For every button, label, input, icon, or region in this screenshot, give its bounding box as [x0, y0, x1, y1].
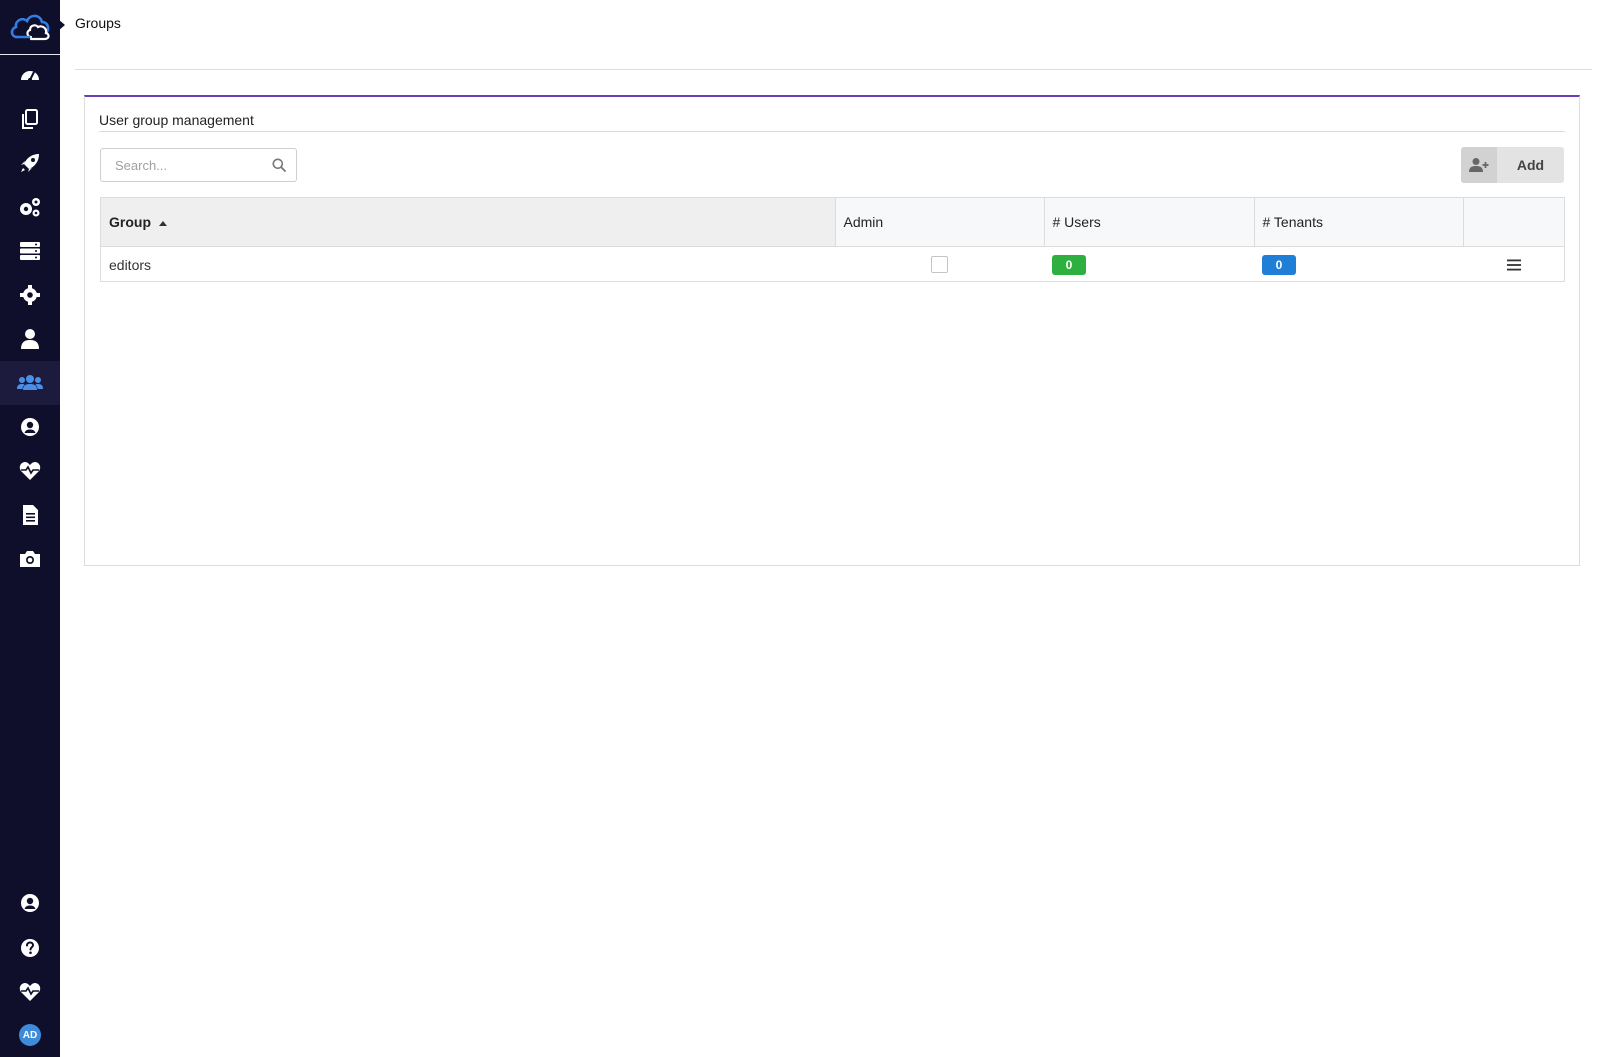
user-icon — [21, 329, 39, 349]
avatar: AD — [19, 1024, 41, 1046]
cloud-logo-icon[interactable] — [0, 0, 60, 55]
question-icon — [21, 939, 39, 957]
gear-icon — [20, 285, 40, 305]
nav-user[interactable] — [0, 317, 60, 361]
nav-status[interactable] — [0, 970, 60, 1014]
speedometer-icon — [21, 71, 39, 82]
column-header-label: # Tenants — [1262, 214, 1323, 230]
search-box — [100, 148, 297, 182]
nav-documents[interactable] — [0, 493, 60, 537]
nav-dashboard[interactable] — [0, 53, 60, 97]
column-header-actions — [1463, 198, 1564, 247]
search-input[interactable] — [101, 149, 275, 181]
groups-table: Group Admin # Users # Tenants editors 0 … — [100, 197, 1565, 282]
breadcrumb-arrow — [58, 19, 65, 31]
tenants-count-badge[interactable]: 0 — [1262, 254, 1296, 275]
nav-account[interactable] — [0, 881, 60, 925]
header-divider — [75, 69, 1592, 70]
column-header-label: # Users — [1052, 214, 1101, 230]
nav-groups[interactable] — [0, 361, 60, 405]
search-icon[interactable] — [272, 158, 286, 172]
sidebar: AD — [0, 0, 60, 1057]
nav-profile[interactable] — [0, 405, 60, 449]
nav-settings[interactable] — [0, 273, 60, 317]
column-header-label: Admin — [843, 214, 884, 230]
add-group-button[interactable]: Add — [1461, 147, 1564, 183]
camera-icon — [20, 551, 40, 567]
nav-servers[interactable] — [0, 229, 60, 273]
user-circle-icon — [21, 418, 39, 436]
column-header-tenants[interactable]: # Tenants — [1254, 198, 1464, 247]
actions-cell — [1463, 247, 1564, 283]
nav-settings-cogs[interactable] — [0, 185, 60, 229]
heartbeat-icon — [19, 462, 41, 480]
hamburger-menu-icon[interactable] — [1506, 259, 1521, 271]
users-cell: 0 — [1044, 247, 1254, 283]
table-header-row: Group Admin # Users # Tenants — [101, 198, 1564, 247]
nav-user-avatar[interactable]: AD — [0, 1013, 60, 1057]
sort-ascending-icon — [159, 220, 167, 226]
users-icon — [17, 375, 43, 390]
copy-icon — [22, 109, 38, 129]
cogs-icon — [20, 198, 40, 217]
admin-cell — [835, 247, 1044, 283]
nav-health[interactable] — [0, 449, 60, 493]
panel-divider — [99, 131, 1565, 132]
table-row: editors 0 0 — [101, 247, 1564, 283]
column-header-group[interactable]: Group — [101, 198, 836, 247]
group-name-cell: editors — [109, 256, 152, 273]
server-icon — [20, 242, 40, 260]
heartbeat-icon — [19, 983, 41, 1001]
user-circle-icon — [21, 894, 39, 912]
document-icon — [23, 505, 38, 525]
rocket-icon — [21, 154, 39, 172]
user-group-panel: User group management Add Group Admin # … — [84, 95, 1580, 566]
admin-checkbox[interactable] — [931, 256, 948, 273]
column-header-users[interactable]: # Users — [1044, 198, 1255, 247]
nav-deploy[interactable] — [0, 141, 60, 185]
nav-copy[interactable] — [0, 97, 60, 141]
users-count-badge[interactable]: 0 — [1052, 254, 1086, 275]
column-header-admin[interactable]: Admin — [835, 198, 1045, 247]
add-button-label: Add — [1516, 157, 1545, 173]
tenants-cell: 0 — [1254, 247, 1463, 283]
column-header-label: Group — [109, 214, 151, 230]
panel-title: User group management — [99, 112, 254, 128]
nav-snapshots[interactable] — [0, 537, 60, 581]
page-title: Groups — [75, 15, 121, 31]
user-plus-icon — [1461, 147, 1497, 183]
nav-help[interactable] — [0, 926, 60, 970]
